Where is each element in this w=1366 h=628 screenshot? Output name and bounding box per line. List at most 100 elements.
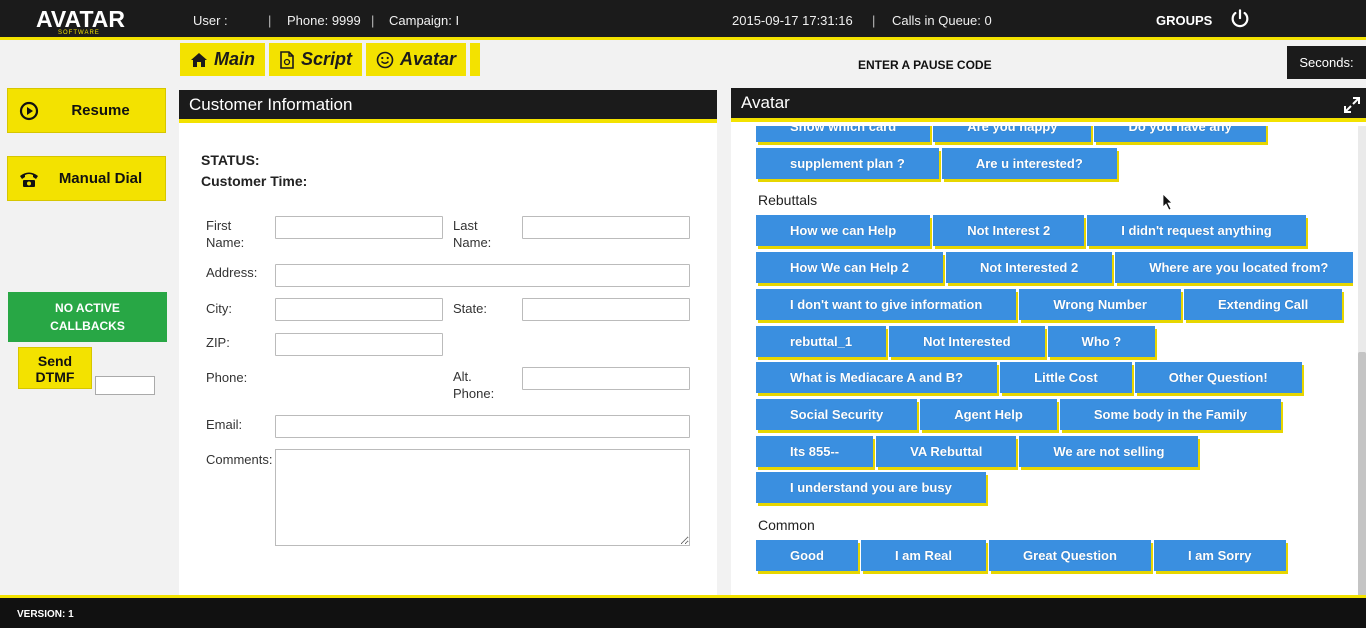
phone-label: Phone: — [206, 370, 248, 385]
email-field[interactable] — [275, 415, 690, 438]
zip-label: ZIP: — [206, 335, 230, 350]
user-label: User : — [193, 13, 228, 28]
avatar-phrase-button[interactable]: Some body in the Family — [1059, 398, 1281, 430]
customer-time-label: Customer Time: — [201, 173, 308, 189]
avatar-phrase-button[interactable]: Its 855-- — [756, 435, 874, 467]
last-name-label: Last Name: — [453, 217, 491, 251]
alt-phone-label-1: Alt. — [453, 369, 472, 384]
dtmf-input[interactable] — [95, 376, 155, 395]
resume-button[interactable]: Resume — [7, 88, 166, 133]
power-icon[interactable] — [1229, 8, 1251, 30]
address-label: Address: — [206, 265, 258, 280]
customer-info-title: Customer Information — [189, 94, 353, 114]
bottom-bar: VERSION: 1 — [0, 595, 1366, 628]
avatar-button-row: I understand you are busy — [756, 472, 986, 504]
avatar-button-row: What is Mediacare A and B? Little Cost Oth… — [756, 362, 1302, 394]
avatar-title: Avatar — [741, 93, 790, 112]
comments-label: Comments: — [206, 452, 273, 467]
city-field[interactable] — [275, 298, 443, 321]
alt-phone-field[interactable] — [522, 367, 690, 390]
avatar-phrase-button[interactable]: Where are you located from? — [1115, 252, 1353, 284]
avatar-phrase-button[interactable]: We are not selling — [1019, 435, 1199, 467]
expand-icon[interactable] — [1344, 97, 1360, 113]
tab-avatar[interactable]: Avatar — [366, 43, 467, 76]
smiley-icon — [376, 51, 394, 68]
avatar-button-row: rebuttal_1 Not Interested Who ? — [756, 325, 1156, 357]
first-name-label: First Name: — [206, 217, 244, 251]
avatar-phrase-button[interactable]: Are u interested? — [941, 147, 1117, 179]
state-label: State: — [453, 301, 487, 316]
first-name-label-1: First — [206, 218, 232, 233]
avatar-phrase-button[interactable]: Little Cost — [1000, 362, 1132, 394]
avatar-phrase-button[interactable]: supplement plan ? — [756, 147, 939, 179]
avatar-phrase-button[interactable]: Good — [756, 540, 858, 571]
avatar-phrase-button[interactable]: I didn't request anything — [1087, 215, 1306, 247]
avatar-phrase-button[interactable]: I am Sorry — [1153, 540, 1286, 571]
avatar-phrase-button[interactable]: I don't want to give information — [756, 288, 1017, 320]
avatar-phrase-button[interactable]: I am Real — [860, 540, 987, 571]
avatar-button-row: Its 855-- VA Rebuttal We are not selling — [756, 435, 1199, 467]
address-field[interactable] — [275, 264, 690, 287]
version-label: VERSION: 1 — [17, 609, 74, 620]
avatar-phrase-button[interactable]: Are you happy — [933, 126, 1092, 142]
status-label: STATUS: — [201, 152, 260, 168]
last-name-field[interactable] — [522, 216, 690, 239]
avatar-phrase-button[interactable]: Great Question — [989, 540, 1151, 571]
mouse-cursor-icon — [1162, 193, 1173, 211]
avatar-button-row: How We can Help 2 Not Interested 2 Where a… — [756, 252, 1353, 284]
home-icon — [191, 52, 207, 67]
comments-field[interactable] — [275, 449, 690, 546]
avatar-phrase-button[interactable]: Agent Help — [920, 398, 1057, 430]
avatar-phrase-button[interactable]: Not Interested 2 — [945, 252, 1113, 284]
separator: | — [371, 13, 375, 28]
state-field[interactable] — [522, 298, 690, 321]
avatar-phrase-button[interactable]: VA Rebuttal — [876, 435, 1017, 467]
avatar-button-row: supplement plan ? Are u interested? — [756, 147, 1117, 179]
avatar-scrollbar[interactable] — [1358, 126, 1366, 595]
avatar-phrase-button[interactable]: Do you have any — [1094, 126, 1266, 142]
avatar-phrase-button[interactable]: Wrong Number — [1019, 288, 1181, 320]
customer-info-header: Customer Information — [179, 90, 717, 123]
avatar-phrase-button[interactable]: Not Interest 2 — [933, 215, 1085, 247]
avatar-phrase-button[interactable]: How We can Help 2 — [756, 252, 943, 284]
groups-button[interactable]: GROUPS — [1156, 13, 1212, 28]
email-label: Email: — [206, 417, 243, 432]
tab-main[interactable]: Main — [180, 43, 266, 76]
zip-field[interactable] — [275, 333, 443, 356]
manual-dial-button[interactable]: Manual Dial — [7, 156, 166, 201]
send-dtmf-button[interactable]: Send DTMF — [18, 347, 92, 389]
avatar-phrase-button[interactable]: Social Security — [756, 398, 918, 430]
last-name-label-1: Last — [453, 218, 478, 233]
phone-label: Phone: 9999 — [287, 13, 361, 28]
manual-dial-label: Manual Dial — [58, 170, 143, 187]
scroll-thumb[interactable] — [1358, 352, 1366, 595]
avatar-phrase-button[interactable]: Not Interested — [889, 325, 1045, 357]
first-name-field[interactable] — [275, 216, 443, 239]
avatar-phrase-button[interactable]: Show which card — [756, 126, 931, 142]
tab-avatar-label: Avatar — [400, 49, 457, 69]
alt-phone-label: Alt. Phone: — [453, 368, 494, 402]
avatar-panel: Avatar Show which card Are you happy Do yo… — [731, 88, 1366, 595]
callbacks-line-2: CALLBACKS — [50, 319, 125, 333]
avatar-phrase-button[interactable]: rebuttal_1 — [756, 325, 887, 357]
avatar-button-row: Social Security Agent Help Some body in th… — [756, 398, 1281, 430]
app-logo[interactable]: AVATAR — [36, 6, 125, 33]
dtmf-line-1: Send — [37, 353, 73, 369]
avatar-header: Avatar — [731, 88, 1366, 122]
avatar-button-row: Good I am Real Great Question I am Sorry — [756, 540, 1286, 571]
avatar-phrase-button[interactable]: Other Question! — [1134, 362, 1302, 394]
avatar-phrase-button[interactable]: What is Mediacare A and B? — [756, 362, 998, 394]
avatar-phrase-button[interactable]: I understand you are busy — [756, 472, 986, 504]
tab-script[interactable]: Script — [269, 43, 363, 76]
datetime-label: 2015-09-17 17:31:16 — [732, 13, 853, 28]
customer-info-panel: Customer Information STATUS: Customer Ti… — [179, 90, 717, 595]
last-name-label-2: Name: — [453, 235, 492, 250]
avatar-button-area[interactable]: Show which card Are you happy Do you have … — [731, 126, 1353, 595]
avatar-phrase-button[interactable]: Extending Call — [1183, 288, 1343, 320]
avatar-button-row: How we can Help Not Interest 2I didn't re… — [756, 215, 1306, 247]
callbacks-status[interactable]: NO ACTIVE CALLBACKS — [8, 292, 167, 342]
avatar-phrase-button[interactable]: How we can Help — [756, 215, 931, 247]
avatar-phrase-button[interactable]: Who ? — [1047, 325, 1156, 357]
callbacks-line-1: NO ACTIVE — [55, 301, 120, 315]
pause-code-link[interactable]: ENTER A PAUSE CODE — [858, 58, 992, 72]
